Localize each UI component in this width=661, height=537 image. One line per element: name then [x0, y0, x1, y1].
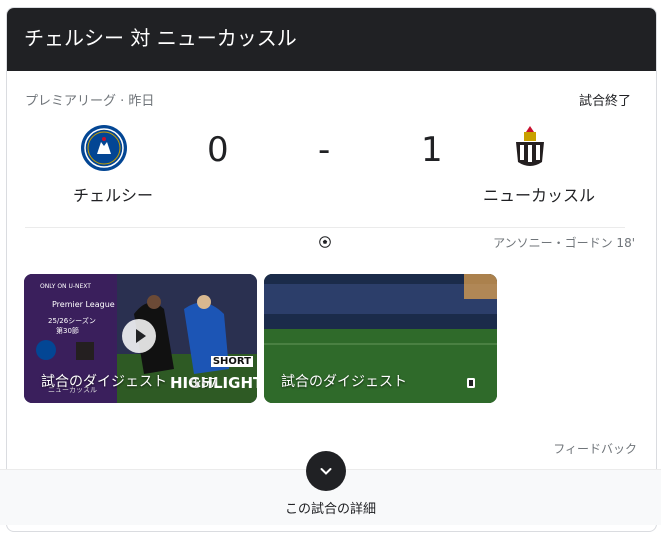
soccer-ball-icon: [319, 236, 331, 248]
away-score: 1: [421, 130, 443, 170]
divider: [25, 227, 625, 228]
match-status: 試合終了: [578, 94, 631, 109]
match-title: チェルシー 対 ニューカッスル: [24, 26, 297, 50]
chelsea-crest-icon[interactable]: [80, 124, 128, 172]
away-team-name[interactable]: ニューカッスル: [483, 182, 595, 206]
shorts-icon: [467, 378, 475, 388]
expand-button[interactable]: [306, 451, 346, 491]
match-header[interactable]: チェルシー 対 ニューカッスル: [7, 8, 656, 71]
play-button[interactable]: [122, 319, 156, 353]
video-thumbnail-1[interactable]: ONLY ON U-NEXT Premier League 25/26シーズン …: [24, 274, 257, 403]
video-1-round: 第30節: [56, 327, 79, 335]
match-details-label[interactable]: この試合の詳細: [0, 498, 661, 517]
chevron-down-icon: [320, 468, 332, 475]
goal-scorer: アンソニー・ゴードン 18': [493, 236, 635, 250]
home-team-name[interactable]: チェルシー: [73, 182, 153, 206]
video-1-brand: ONLY ON U-NEXT: [40, 283, 91, 290]
video-2-caption: 試合のダイジェスト: [281, 374, 407, 390]
score-separator: -: [318, 130, 331, 170]
home-score: 0: [207, 130, 229, 170]
video-1-season: 25/26シーズン: [48, 317, 96, 325]
newcastle-crest-icon[interactable]: [506, 124, 554, 172]
league-date[interactable]: プレミアリーグ · 昨日: [25, 90, 154, 109]
feedback-link[interactable]: フィードバック: [553, 440, 637, 457]
video-1-caption: 試合のダイジェスト: [41, 374, 167, 390]
short-tag: SHORT: [210, 356, 253, 367]
play-icon: [136, 329, 146, 343]
video-1-league: Premier League: [52, 300, 115, 309]
video-1-duration: 3:57: [190, 376, 217, 390]
video-thumbnail-2[interactable]: 試合のダイジェスト: [264, 274, 497, 403]
